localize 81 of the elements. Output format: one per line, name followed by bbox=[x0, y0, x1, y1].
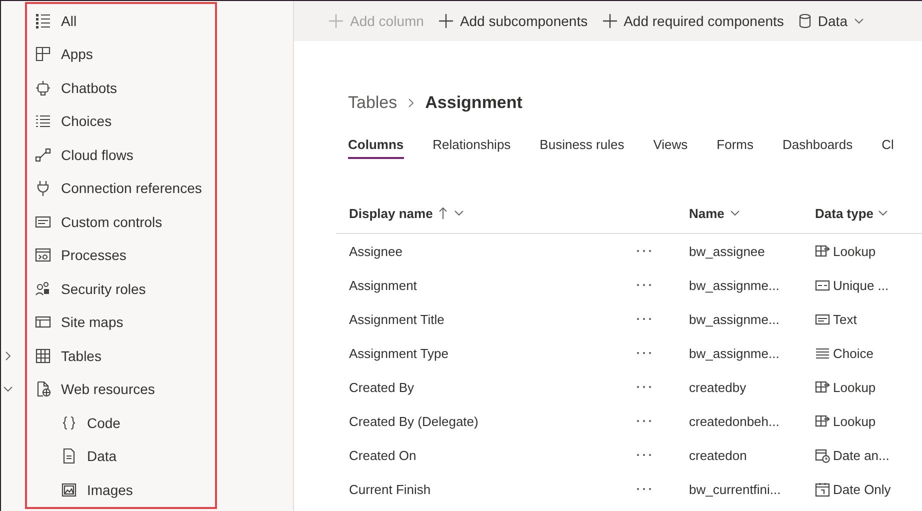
sidebar-item[interactable]: Data bbox=[27, 443, 117, 470]
table-cell: Unique ... bbox=[833, 278, 889, 292]
sidebar-item[interactable]: Custom controls bbox=[27, 208, 162, 235]
more-icon[interactable] bbox=[636, 249, 652, 253]
table-cell: Lookup bbox=[833, 244, 876, 258]
table-cell: Lookup bbox=[833, 380, 876, 394]
column-header[interactable]: Display name bbox=[336, 206, 636, 220]
column-header[interactable]: Data type bbox=[815, 206, 915, 220]
tab[interactable]: Relationships bbox=[432, 135, 511, 159]
toolbar-button[interactable]: Add required components bbox=[602, 13, 784, 29]
table-cell-text: Assignment Title bbox=[348, 312, 446, 326]
sitemap-icon bbox=[35, 314, 51, 330]
sidebar-item[interactable]: Site maps bbox=[27, 309, 124, 336]
table-cell-text: bw_assignme... bbox=[689, 278, 780, 292]
table-cell-text: Created By (Delegate) bbox=[348, 414, 480, 428]
tab[interactable]: Dashboards bbox=[782, 135, 853, 159]
sidebar-item[interactable]: Connection references bbox=[27, 175, 202, 202]
page-title: Assignment bbox=[425, 93, 522, 113]
more-icon[interactable] bbox=[636, 453, 652, 457]
apps-icon bbox=[35, 46, 51, 62]
tab[interactable]: Columns bbox=[348, 135, 404, 159]
more-icon[interactable] bbox=[636, 283, 652, 287]
table-cell-text: Created On bbox=[348, 448, 418, 462]
more-icon[interactable] bbox=[636, 385, 652, 389]
text-box-icon bbox=[35, 214, 51, 230]
sidebar-item[interactable]: Web resources bbox=[27, 376, 155, 402]
table-cell-text: bw_assignee bbox=[689, 244, 766, 258]
database-icon bbox=[798, 13, 812, 29]
plus-icon bbox=[438, 13, 454, 29]
document-icon bbox=[61, 448, 77, 464]
sidebar-item[interactable]: Security roles bbox=[27, 276, 146, 302]
table-cell-text: bw_assignme... bbox=[689, 312, 780, 326]
table-cell: Date Only bbox=[833, 482, 891, 496]
plus-icon bbox=[328, 13, 344, 29]
column-header[interactable]: Name bbox=[689, 206, 815, 220]
grid-icon bbox=[35, 348, 51, 364]
sidebar-item[interactable]: Processes bbox=[27, 242, 126, 268]
table-cell-text: Assignee bbox=[348, 244, 404, 258]
table-cell: Choice bbox=[833, 346, 874, 360]
toolbar-button[interactable]: Data bbox=[798, 13, 866, 29]
table-cell-text: createdonbeh... bbox=[689, 414, 780, 428]
braces-icon bbox=[61, 414, 77, 431]
table-cell: Date an... bbox=[833, 448, 890, 462]
breadcrumb-link[interactable]: Tables bbox=[348, 93, 398, 113]
process-icon bbox=[35, 247, 51, 264]
table-cell-text: Created By bbox=[348, 380, 416, 394]
image-icon bbox=[61, 482, 77, 498]
table-cell-text: Assignment Type bbox=[348, 346, 450, 360]
plus-icon bbox=[602, 13, 618, 29]
sidebar-item[interactable]: Images bbox=[27, 476, 133, 503]
more-icon[interactable] bbox=[636, 487, 652, 491]
list-icon bbox=[35, 113, 51, 130]
more-icon[interactable] bbox=[636, 419, 652, 423]
table-cell-text: createdon bbox=[689, 448, 748, 462]
sidebar-item[interactable]: Cloud flows bbox=[27, 142, 134, 168]
sidebar-item[interactable]: Apps bbox=[27, 41, 93, 68]
tab[interactable]: Business rules bbox=[540, 135, 624, 159]
plug-icon bbox=[35, 180, 51, 196]
more-icon[interactable] bbox=[636, 351, 652, 355]
flow-icon bbox=[35, 146, 51, 163]
table-cell: Lookup bbox=[833, 414, 876, 428]
table-cell-text: Current Finish bbox=[348, 482, 432, 496]
sidebar-item[interactable]: Chatbots bbox=[27, 74, 118, 101]
tab[interactable]: Cl bbox=[882, 135, 894, 159]
list-icon bbox=[35, 12, 51, 29]
table-cell-text: bw_assignme... bbox=[689, 346, 780, 360]
tab[interactable]: Forms bbox=[716, 135, 754, 159]
table-cell-text: bw_currentfini... bbox=[689, 482, 782, 496]
users-lock-icon bbox=[35, 280, 51, 297]
table-cell: Text bbox=[833, 312, 857, 326]
web-file-icon bbox=[35, 381, 51, 398]
more-icon[interactable] bbox=[636, 317, 652, 321]
sidebar-item[interactable]: All bbox=[27, 8, 77, 34]
table-cell-text: createdby bbox=[689, 380, 748, 394]
table-cell-text: Assignment bbox=[348, 278, 418, 292]
tab[interactable]: Views bbox=[653, 135, 688, 159]
bot-icon bbox=[35, 80, 51, 96]
sidebar-item[interactable]: Tables bbox=[27, 342, 102, 369]
toolbar-button[interactable]: Add subcomponents bbox=[438, 13, 588, 29]
sidebar-item[interactable]: Code bbox=[27, 410, 120, 436]
sidebar-item[interactable]: Choices bbox=[27, 108, 112, 134]
